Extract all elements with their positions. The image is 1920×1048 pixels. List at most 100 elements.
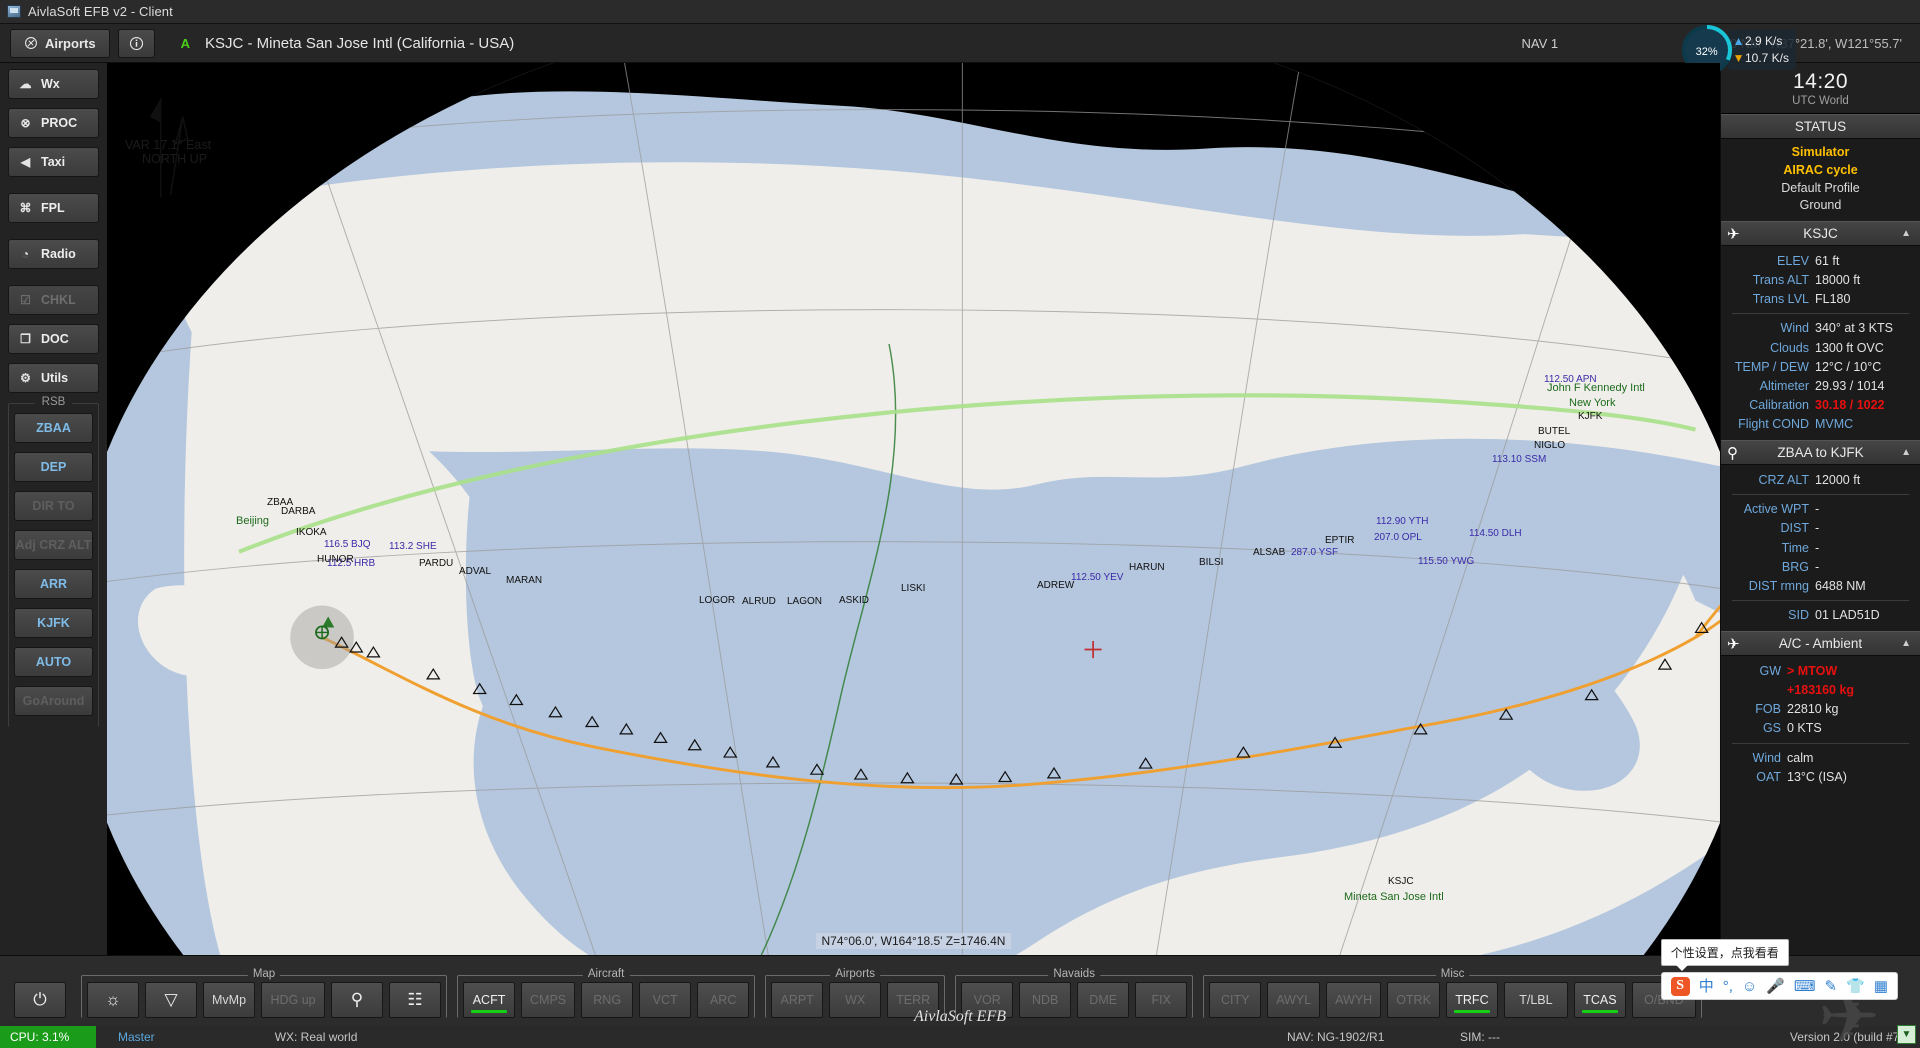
sim-status-label: SIM: --- (1460, 1030, 1500, 1044)
airports-button[interactable]: Airports (10, 29, 110, 58)
ime-toolbar[interactable]: 个性设置，点我看看 S 中 °, ☺ 🎤 ⌨ ✎ 👕 ▦ (1661, 939, 1898, 1000)
toolbar-button-tcas[interactable]: TCAS (1574, 982, 1626, 1018)
keyboard-icon[interactable]: ⌨ (1794, 979, 1816, 994)
divider (1732, 313, 1909, 314)
map-canvas[interactable] (107, 63, 1720, 955)
chevron-up-icon[interactable]: ▲ (1901, 228, 1911, 239)
toolbar-button-vct[interactable]: VCT (639, 982, 691, 1018)
info-row-label: Wind (1729, 749, 1787, 767)
sogou-logo-icon[interactable]: S (1671, 977, 1690, 996)
rsb-button-dep[interactable]: DEP (14, 452, 93, 482)
rsb-button-arr[interactable]: ARR (14, 569, 93, 599)
toolbar-button-hdg-up[interactable]: HDG up (261, 982, 325, 1018)
cloud-sun-icon: ☁ (18, 77, 33, 92)
divider (1732, 600, 1909, 601)
sidebar-item-proc[interactable]: ⊗PROC (8, 108, 99, 138)
toolbar-button-trfc[interactable]: TRFC (1446, 982, 1498, 1018)
toolbar-button-cmps[interactable]: CMPS (521, 982, 575, 1018)
chinese-mode-icon[interactable]: 中 (1699, 979, 1714, 994)
status-section-header[interactable]: STATUS (1721, 114, 1920, 139)
toolbar-group-label: Map (248, 968, 280, 980)
ime-tooltip[interactable]: 个性设置，点我看看 (1661, 939, 1789, 966)
sidebar-item-chkl: ☑CHKL (8, 285, 99, 315)
info-row-value: calm (1787, 749, 1813, 767)
info-row-value: 12°C / 10°C (1815, 358, 1881, 376)
toolbar-button-arc[interactable]: ARC (697, 982, 749, 1018)
info-row-label: Calibration (1729, 396, 1815, 414)
ambient-section-header[interactable]: ✈ A/C - Ambient ▲ (1721, 631, 1920, 656)
map-view[interactable]: VAR 17.1° East NORTH UP ZBAABeijingDARBA… (107, 63, 1720, 955)
toolbar-button-ndb[interactable]: NDB (1019, 982, 1071, 1018)
info-row-label: BRG (1729, 558, 1815, 576)
skin-icon[interactable]: 👕 (1846, 979, 1865, 994)
toolbar-button-otrk[interactable]: OTRK (1387, 982, 1440, 1018)
info-row: Windcalm (1729, 749, 1912, 767)
map-label: IKOKA (296, 527, 327, 538)
status-line: Ground (1729, 197, 1912, 215)
sidebar-item-wx[interactable]: ☁Wx (8, 69, 99, 99)
toolbar-button-label: MvMp (212, 993, 246, 1007)
microphone-icon[interactable]: 🎤 (1766, 979, 1785, 994)
info-row: Clouds1300 ft OVC (1729, 339, 1912, 357)
window-title-bar: AivlaSoft EFB v2 - Client (0, 0, 1920, 24)
info-button[interactable] (118, 29, 155, 58)
sidebar-item-utils[interactable]: ⚙Utils (8, 363, 99, 393)
rsb-button-auto[interactable]: AUTO (14, 647, 93, 677)
toolbar-button-dme[interactable]: DME (1077, 982, 1129, 1018)
toolbar-button-awyl[interactable]: AWYL (1267, 982, 1320, 1018)
window-title: AivlaSoft EFB v2 - Client (28, 4, 173, 19)
toolbar-button-rng[interactable]: RNG (581, 982, 633, 1018)
toolbar-button-fix[interactable]: FIX (1135, 982, 1187, 1018)
map-label: EPTIR (1325, 535, 1354, 546)
toolbar-button-t-lbl[interactable]: T/LBL (1504, 982, 1568, 1018)
emoji-icon[interactable]: ☺ (1742, 979, 1757, 994)
toolbar-button-label: RNG (593, 993, 621, 1007)
handwriting-icon[interactable]: ✎ (1825, 979, 1838, 994)
toolbar-button-city[interactable]: CITY (1209, 982, 1261, 1018)
toolbar-button-arpt[interactable]: ARPT (771, 982, 823, 1018)
toolbar-button-brightness[interactable]: ☼ (87, 982, 139, 1018)
info-row-label: Altimeter (1729, 377, 1815, 395)
toolbox-icon[interactable]: ▦ (1874, 979, 1888, 994)
toolbar-button-acft[interactable]: ACFT (463, 982, 515, 1018)
network-rates: ▲ 2.9 K/s ▼ 10.7 K/s (1728, 30, 1796, 71)
info-row-label: Wind (1729, 319, 1815, 337)
map-label: 287.0 YSF (1291, 547, 1338, 558)
map-orientation-label: NORTH UP (142, 152, 207, 166)
toolbar-button-mvmp[interactable]: MvMp (203, 982, 255, 1018)
toolbar-button-wx[interactable]: WX (829, 982, 881, 1018)
sidebar-item-fpl[interactable]: ⌘FPL (8, 193, 99, 223)
magnetic-variation-label: VAR 17.1° East (125, 138, 211, 152)
chevron-up-icon[interactable]: ▲ (1901, 447, 1911, 458)
toolbar-group-main: ⏻ (9, 976, 71, 1018)
airport-section-header[interactable]: ✈ KSJC ▲ (1721, 221, 1920, 246)
chevron-up-icon[interactable]: ▲ (1901, 638, 1911, 649)
toolbar-button-label: T/LBL (1519, 993, 1552, 1007)
punctuation-icon[interactable]: °, (1723, 979, 1733, 994)
route-section-header[interactable]: ⚲ ZBAA to KJFK ▲ (1721, 440, 1920, 465)
sidebar-item-taxi[interactable]: ◀Taxi (8, 147, 99, 177)
toolbar-group-label: Misc (1436, 968, 1470, 980)
info-row: Active WPT- (1729, 500, 1912, 518)
sidebar-spacer (8, 278, 99, 285)
taskbar-expand-icon[interactable]: ▼ (1897, 1025, 1916, 1044)
sidebar-item-doc[interactable]: ❐DOC (8, 324, 99, 354)
toolbar-button-map-layers[interactable]: ☷ (389, 982, 441, 1018)
info-row: Calibration30.18 / 1022 (1729, 396, 1912, 414)
rsb-button-kjfk[interactable]: KJFK (14, 608, 93, 638)
map-label: KSJC (1388, 876, 1414, 887)
map-label: LAGON (787, 596, 822, 607)
info-row-value: 1300 ft OVC (1815, 339, 1884, 357)
rsb-button-zbaa[interactable]: ZBAA (14, 413, 93, 443)
info-row-value: 0 KTS (1787, 719, 1822, 737)
toolbar-button-label: ARC (710, 993, 736, 1007)
toolbar-button-search[interactable]: ⚲ (331, 982, 383, 1018)
status-line: AIRAC cycle (1729, 162, 1912, 180)
ime-button-bar[interactable]: S 中 °, ☺ 🎤 ⌨ ✎ 👕 ▦ (1661, 972, 1898, 1000)
info-row-label: Trans ALT (1729, 271, 1815, 289)
toolbar-button-awyh[interactable]: AWYH (1326, 982, 1381, 1018)
toolbar-button-power[interactable]: ⏻ (14, 982, 66, 1018)
download-rate: 10.7 K/s (1745, 51, 1789, 65)
sidebar-item-radio[interactable]: ◔Radio (8, 239, 99, 269)
toolbar-button-range-cone[interactable]: ▽ (145, 982, 197, 1018)
